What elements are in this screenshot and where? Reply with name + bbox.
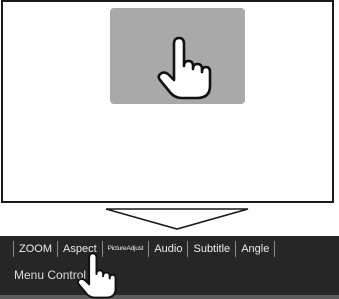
tab-subtitle[interactable]: Subtitle [188,241,237,257]
down-arrow-icon [105,208,249,230]
tab-bar: ZOOM Aspect PictureAdjust Audio Subtitle… [0,236,276,262]
pointing-hand-icon [76,252,117,299]
playback-screen[interactable] [1,0,334,203]
status-strip [0,295,339,299]
touch-area[interactable] [110,8,245,104]
tab-audio[interactable]: Audio [149,241,189,257]
tab-angle[interactable]: Angle [236,241,276,257]
pointing-hand-icon [157,36,212,100]
tab-zoom[interactable]: ZOOM [13,241,58,257]
menu-bar: ZOOM Aspect PictureAdjust Audio Subtitle… [0,236,339,299]
